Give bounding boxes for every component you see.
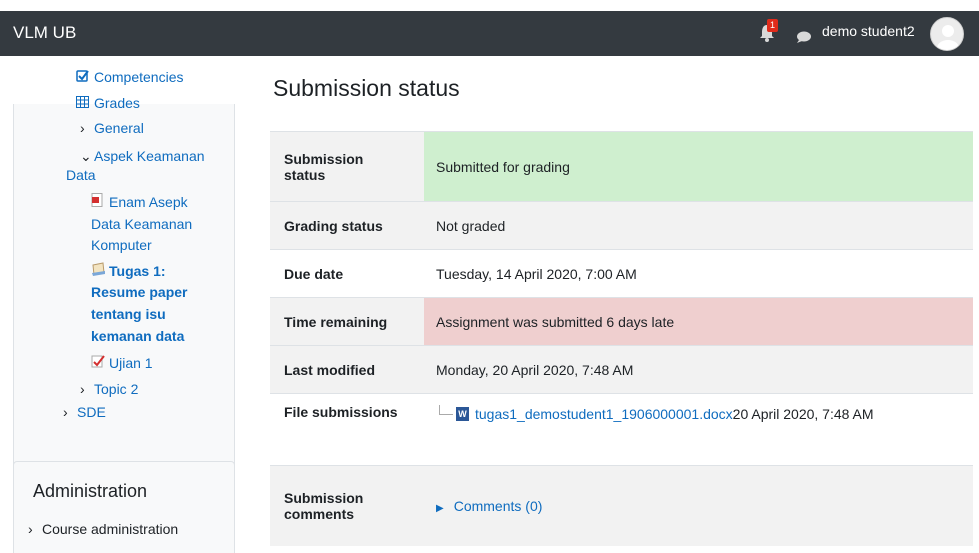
page-title: Submission status [273, 75, 460, 101]
user-menu-name[interactable]: demo student2 [822, 23, 915, 39]
sidebar-item-competencies[interactable]: Competencies [76, 68, 184, 87]
assignment-icon [91, 262, 106, 281]
table-row: Due date Tuesday, 14 April 2020, 7:00 AM [270, 249, 973, 298]
table-row: File submissions W tugas1_demostudent1_1… [270, 393, 973, 466]
sidebar-item-label: General [94, 120, 144, 136]
table-row: Submission status Submitted for grading [270, 131, 973, 202]
sidebar-item-label: Topic 2 [94, 381, 139, 397]
sidebar-item-grades[interactable]: Grades [76, 94, 140, 113]
administration-heading: Administration [33, 481, 148, 501]
messages-chat-icon[interactable] [796, 30, 812, 43]
chevron-right-icon: › [80, 381, 85, 397]
time-remaining-value: Assignment was submitted 6 days late [424, 297, 973, 346]
table-icon [76, 94, 91, 113]
sidebar-item-sde[interactable]: › SDE [63, 403, 106, 422]
chevron-right-icon: › [80, 120, 85, 136]
sidebar-item-enam-asepk[interactable]: Enam Asepk [91, 193, 188, 212]
chevron-right-icon: › [28, 521, 33, 537]
expand-triangle-icon[interactable]: ▶ [436, 503, 444, 514]
sidebar-item-label: Aspek Keamanan [94, 148, 205, 164]
notifications-bell-icon[interactable]: 1 [758, 19, 778, 43]
row-label-line: comments [284, 505, 355, 522]
row-label: Grading status [270, 201, 424, 250]
sidebar-item-label: Tugas 1: [109, 263, 166, 279]
sidebar-item-tugas-1[interactable]: Tugas 1: [91, 262, 166, 281]
sidebar-item-label: SDE [77, 404, 106, 420]
file-download-link[interactable]: tugas1_demostudent1_1906000001.docx [475, 406, 733, 422]
sidebar-item-label-cont[interactable]: Data [66, 166, 96, 185]
due-date-value: Tuesday, 14 April 2020, 7:00 AM [424, 249, 973, 298]
row-label-line: Submission [284, 489, 364, 506]
tree-connector [439, 405, 453, 415]
table-row: Grading status Not graded [270, 201, 973, 250]
file-submission-item: W tugas1_demostudent1_1906000001.docx 20… [436, 405, 961, 422]
sidebar-item-general[interactable]: › General [80, 119, 144, 138]
file-submissions-cell: W tugas1_demostudent1_1906000001.docx 20… [424, 393, 973, 466]
submission-status-table: Submission status Submitted for grading G… [270, 131, 973, 546]
sidebar-item-ujian-1[interactable]: Ujian 1 [91, 354, 153, 373]
top-navbar: VLM UB 1 demo student2 [0, 11, 979, 56]
sidebar-item-label-cont[interactable]: kemanan data [91, 327, 184, 346]
chevron-right-icon: › [63, 404, 68, 420]
row-label: Time remaining [270, 297, 424, 346]
sidebar-item-aspek-keamanan[interactable]: ⌄ Aspek Keamanan [80, 147, 205, 166]
word-document-icon: W [456, 407, 469, 421]
sidebar-item-label: Ujian 1 [109, 355, 153, 371]
row-label-line: status [284, 166, 326, 183]
last-modified-value: Monday, 20 April 2020, 7:48 AM [424, 345, 973, 394]
row-label: Last modified [270, 345, 424, 394]
sidebar-item-label-cont[interactable]: tentang isu [91, 305, 166, 324]
table-row: Last modified Monday, 20 April 2020, 7:4… [270, 345, 973, 394]
grading-status-value: Not graded [424, 201, 973, 250]
quiz-icon [91, 354, 106, 373]
chevron-down-icon: ⌄ [80, 148, 92, 164]
row-label: File submissions [270, 393, 424, 466]
table-row: Time remaining Assignment was submitted … [270, 297, 973, 346]
checkbox-icon [76, 68, 91, 87]
sidebar-item-label: Course administration [42, 521, 179, 537]
row-label-line: Submission [284, 150, 364, 167]
notification-count-badge: 1 [767, 19, 778, 32]
file-date: 20 April 2020, 7:48 AM [732, 406, 874, 422]
sidebar-item-label-cont[interactable]: Data Keamanan [91, 215, 192, 234]
sidebar-item-label-cont[interactable]: Komputer [91, 236, 152, 255]
comments-toggle-link[interactable]: Comments (0) [454, 498, 543, 514]
submission-status-value: Submitted for grading [424, 131, 973, 202]
sidebar-item-label: Enam Asepk [109, 194, 188, 210]
administration-block [13, 461, 235, 553]
pdf-icon [91, 193, 106, 212]
sidebar-item-topic-2[interactable]: › Topic 2 [80, 380, 138, 399]
table-row: Submission comments ▶ Comments (0) [270, 465, 973, 546]
sidebar-item-label-cont[interactable]: Resume paper [91, 283, 187, 302]
user-avatar[interactable] [930, 17, 964, 51]
sidebar-item-label: Competencies [94, 69, 184, 85]
sidebar-item-course-administration[interactable]: › Course administration [28, 521, 178, 537]
row-label: Due date [270, 249, 424, 298]
row-label: Submission status [270, 131, 424, 202]
sidebar-item-clipped [76, 50, 80, 56]
site-brand-link[interactable]: VLM UB [13, 23, 76, 43]
sidebar-item-label: Grades [94, 95, 140, 111]
comments-cell: ▶ Comments (0) [424, 465, 973, 546]
row-label: Submission comments [270, 465, 424, 546]
